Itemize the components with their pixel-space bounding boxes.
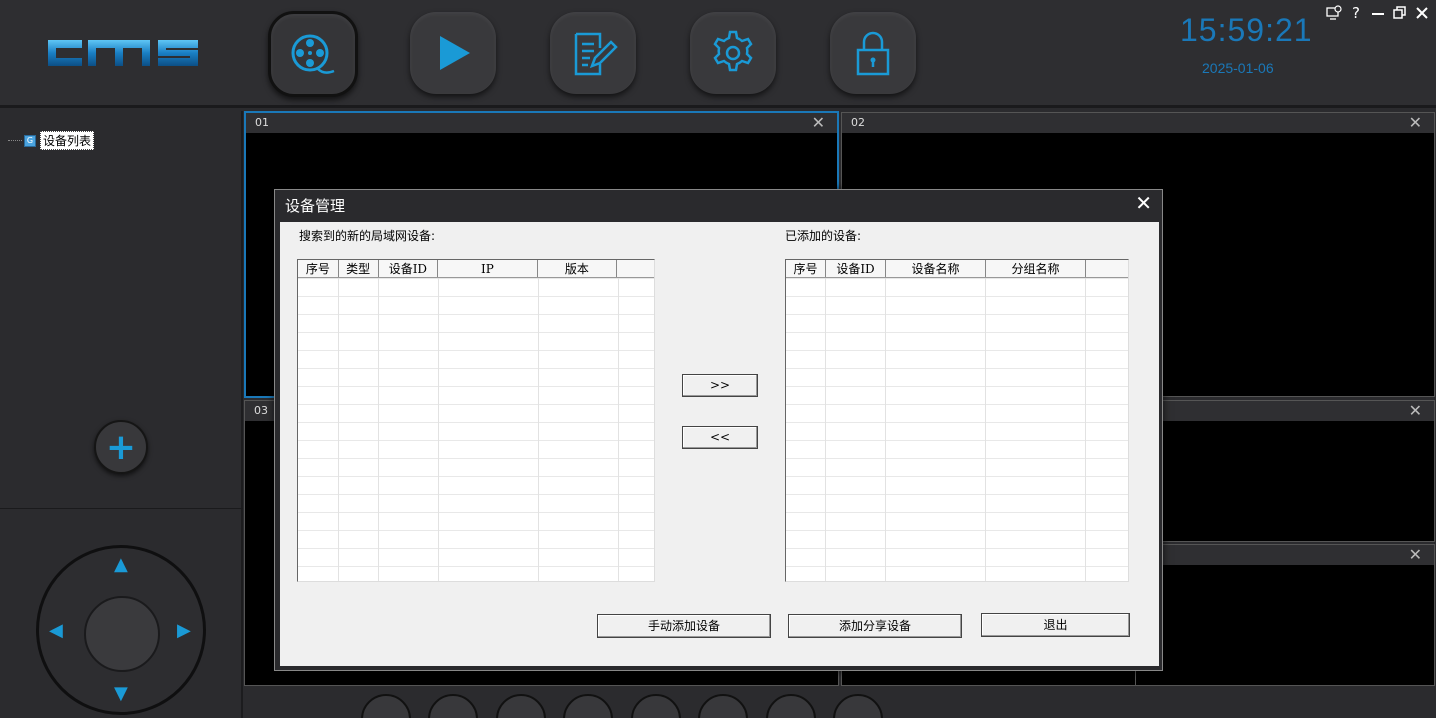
column-header[interactable]: 设备名称 bbox=[886, 260, 986, 277]
exit-button[interactable]: 退出 bbox=[981, 613, 1130, 637]
column-header[interactable]: 序号 bbox=[298, 260, 339, 277]
close-icon[interactable]: ✕ bbox=[1409, 545, 1422, 565]
split-custom-button[interactable] bbox=[833, 694, 883, 718]
nav-preview-button[interactable] bbox=[268, 11, 358, 97]
window-controls: ? bbox=[1326, 4, 1430, 22]
dialog-body: 搜索到的新的局域网设备: 序号 类型 设备ID IP 版本 >> << 已添加的… bbox=[280, 222, 1159, 666]
device-tree-panel: G 设备列表 + ▲ ▼ ◀ ▶ bbox=[0, 111, 243, 718]
single-view-button[interactable] bbox=[698, 694, 748, 718]
clock-date: 2025-01-06 bbox=[1202, 60, 1274, 76]
remove-from-list-button[interactable]: << bbox=[682, 426, 758, 449]
add-device-button[interactable]: + bbox=[94, 420, 148, 474]
close-icon[interactable]: ✕ bbox=[812, 113, 825, 133]
column-header[interactable]: 类型 bbox=[339, 260, 379, 277]
search-results-table[interactable]: 序号 类型 设备ID IP 版本 bbox=[297, 259, 655, 582]
dialog-title: 设备管理 bbox=[285, 197, 346, 215]
close-icon[interactable]: ✕ bbox=[1409, 113, 1422, 133]
close-icon[interactable] bbox=[1414, 4, 1430, 22]
cms-logo bbox=[48, 40, 198, 66]
play-icon bbox=[440, 36, 470, 70]
nav-settings-button[interactable] bbox=[690, 12, 776, 94]
nav-lock-button[interactable] bbox=[830, 12, 916, 94]
add-to-list-button[interactable]: >> bbox=[682, 374, 758, 397]
added-devices-table[interactable]: 序号 设备ID 设备名称 分组名称 bbox=[785, 259, 1129, 582]
video-window-title: 02 bbox=[842, 113, 1434, 133]
column-header[interactable]: IP bbox=[438, 260, 538, 277]
cms-app-window: 15:59:21 2025-01-06 ? G 设备列表 + ▲ ▼ ◀ ▶ 0… bbox=[0, 0, 1436, 718]
layout-1-button[interactable] bbox=[496, 694, 546, 718]
ptz-up-arrow-icon[interactable]: ▲ bbox=[114, 554, 128, 575]
split-2-button[interactable] bbox=[766, 694, 816, 718]
column-header[interactable]: 设备ID bbox=[826, 260, 886, 277]
table-header: 序号 设备ID 设备名称 分组名称 bbox=[786, 260, 1128, 278]
column-header bbox=[1086, 260, 1128, 277]
panel-divider bbox=[0, 508, 243, 509]
restore-icon[interactable] bbox=[1392, 4, 1408, 22]
top-toolbar: 15:59:21 2025-01-06 ? bbox=[0, 0, 1436, 108]
table-column-lines bbox=[786, 278, 1128, 581]
tree-root-device-list[interactable]: G 设备列表 bbox=[8, 131, 95, 150]
ptz-center-button[interactable] bbox=[84, 596, 160, 672]
table-column-lines bbox=[298, 278, 654, 581]
search-section-label: 搜索到的新的局域网设备: bbox=[299, 229, 436, 243]
column-header[interactable]: 分组名称 bbox=[986, 260, 1086, 277]
table-header: 序号 类型 设备ID IP 版本 bbox=[298, 260, 654, 278]
group-icon: G bbox=[24, 134, 36, 147]
ptz-down-arrow-icon[interactable]: ▼ bbox=[114, 683, 128, 704]
ptz-left-arrow-icon[interactable]: ◀ bbox=[49, 620, 63, 641]
nav-log-button[interactable] bbox=[550, 12, 636, 94]
layout-2-button[interactable] bbox=[563, 694, 613, 718]
column-header[interactable]: 序号 bbox=[786, 260, 826, 277]
add-shared-device-button[interactable]: 添加分享设备 bbox=[788, 614, 962, 638]
film-reel-icon bbox=[291, 34, 335, 74]
mute-button[interactable] bbox=[361, 694, 411, 718]
fullscreen-button[interactable] bbox=[631, 694, 681, 718]
video-window-title: 01 bbox=[246, 113, 837, 133]
tree-connector bbox=[8, 140, 22, 141]
column-header bbox=[617, 260, 654, 277]
edit-document-icon bbox=[574, 32, 618, 76]
gear-icon bbox=[713, 30, 753, 72]
minimize-icon[interactable] bbox=[1370, 4, 1386, 22]
ptz-control: ▲ ▼ ◀ ▶ bbox=[36, 545, 206, 715]
manual-add-device-button[interactable]: 手动添加设备 bbox=[597, 614, 771, 638]
column-header[interactable]: 设备ID bbox=[379, 260, 439, 277]
clock-time: 15:59:21 bbox=[1180, 12, 1313, 48]
snapshot-button[interactable] bbox=[428, 694, 478, 718]
added-section-label: 已添加的设备: bbox=[785, 229, 862, 243]
device-management-dialog: 设备管理 ✕ 搜索到的新的局域网设备: 序号 类型 设备ID IP 版本 >> bbox=[274, 189, 1163, 671]
monitor-icon[interactable] bbox=[1326, 4, 1342, 22]
nav-playback-button[interactable] bbox=[410, 12, 496, 94]
tree-root-label[interactable]: 设备列表 bbox=[40, 131, 95, 150]
column-header[interactable]: 版本 bbox=[538, 260, 618, 277]
lock-icon bbox=[856, 31, 890, 76]
help-icon[interactable]: ? bbox=[1348, 4, 1364, 22]
close-icon[interactable]: ✕ bbox=[1409, 401, 1422, 421]
ptz-right-arrow-icon[interactable]: ▶ bbox=[177, 620, 191, 641]
dialog-close-icon[interactable]: ✕ bbox=[1135, 191, 1152, 215]
